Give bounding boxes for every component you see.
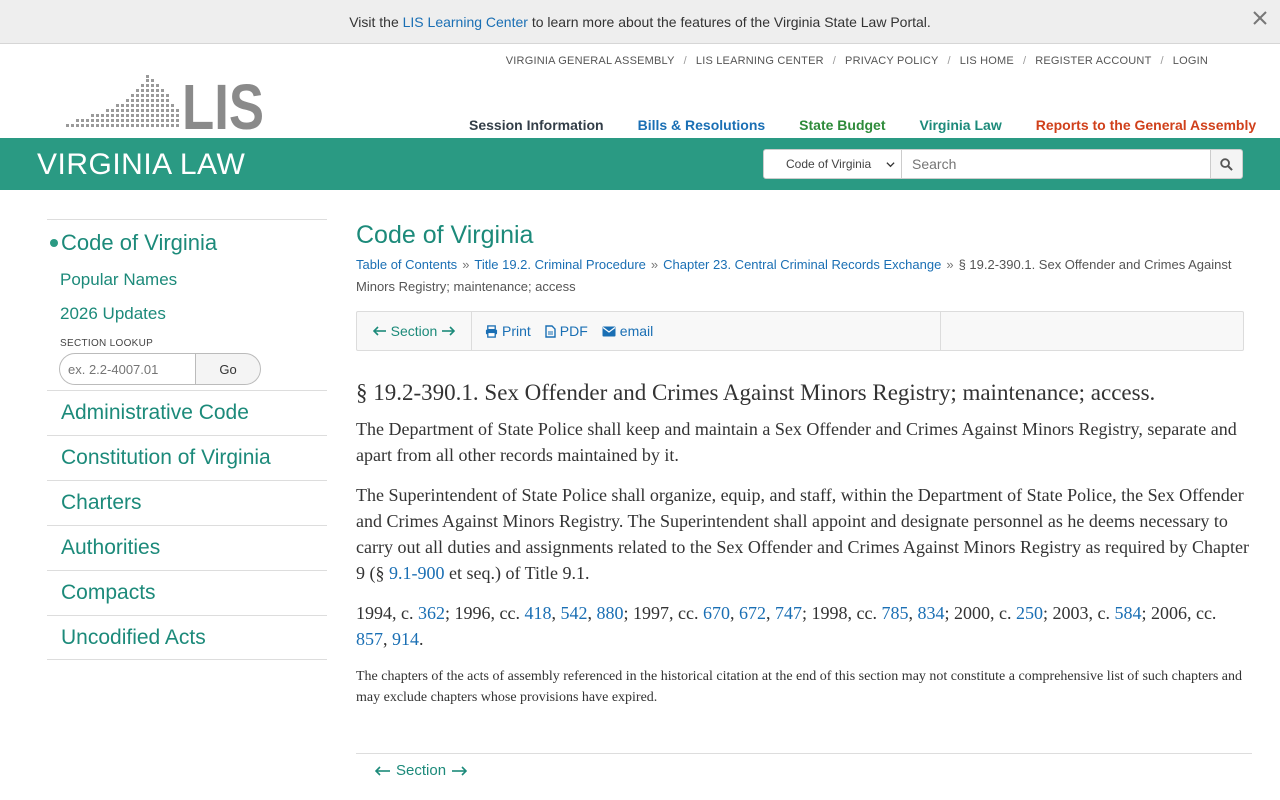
bottom-section-label: Section	[396, 762, 447, 779]
sidebar-item-charters[interactable]: Charters	[47, 480, 327, 525]
link-privacy-policy[interactable]: PRIVACY POLICY	[845, 55, 938, 67]
envelope-icon	[602, 326, 616, 336]
section-lookup-go-button[interactable]: Go	[195, 353, 261, 385]
sidebar-item-code-of-virginia[interactable]: Code of Virginia	[50, 230, 327, 256]
sidebar-item-authorities[interactable]: Authorities	[47, 525, 327, 570]
section-lookup-input[interactable]	[59, 353, 196, 385]
section-heading: § 19.2-390.1. Sex Offender and Crimes Ag…	[356, 380, 1156, 405]
sidebar: Code of Virginia Popular Names 2026 Upda…	[47, 219, 327, 660]
print-label: Print	[502, 323, 531, 339]
section-nav: Section	[357, 312, 472, 350]
nav-reports-general-assembly[interactable]: Reports to the General Assembly	[1036, 117, 1256, 133]
chapter-link[interactable]: 785	[881, 603, 908, 623]
banner-prefix: Visit the	[349, 13, 399, 30]
section-nav-label: Section	[390, 323, 438, 339]
search-scope-value: Code of Virginia	[786, 157, 872, 171]
chapter-link[interactable]: 542	[560, 603, 587, 623]
search-input[interactable]	[902, 149, 1211, 179]
section-toolbar: Section Print PDF email	[356, 311, 1244, 351]
search-button[interactable]	[1210, 149, 1243, 179]
hist-year: ; 1997, cc.	[623, 603, 699, 623]
pdf-file-icon	[545, 324, 556, 338]
sidebar-item-compacts[interactable]: Compacts	[47, 570, 327, 615]
section-title: VIRGINIA LAW	[37, 148, 246, 181]
sidebar-item-label: Code of Virginia	[61, 230, 218, 255]
main-nav: Session Information Bills & Resolutions …	[469, 117, 1256, 133]
hist-year: 1994, c.	[356, 603, 414, 623]
nav-session-information[interactable]: Session Information	[469, 117, 604, 133]
breadcrumb-table-of-contents[interactable]: Table of Contents	[356, 257, 457, 272]
chapter-link[interactable]: 834	[917, 603, 944, 623]
page-title: Code of Virginia	[356, 221, 534, 249]
pdf-label: PDF	[559, 323, 588, 339]
print-button[interactable]: Print	[485, 323, 531, 339]
section-lookup-label: SECTION LOOKUP	[60, 338, 154, 349]
link-virginia-general-assembly[interactable]: VIRGINIA GENERAL ASSEMBLY	[506, 55, 675, 67]
chapter-link[interactable]: 250	[1016, 603, 1043, 623]
email-button[interactable]: email	[602, 323, 653, 339]
chapter-link[interactable]: 747	[775, 603, 802, 623]
breadcrumb: Table of Contents» Title 19.2. Criminal P…	[356, 257, 1232, 294]
paragraph-2-tail: et seq.) of Title 9.1.	[449, 563, 590, 583]
sidebar-subitem-popular-names[interactable]: Popular Names	[60, 270, 327, 290]
link-9-1-900[interactable]: 9.1-900	[389, 563, 445, 583]
chapter-link[interactable]: 670	[703, 603, 730, 623]
bottom-section-nav: Section	[356, 753, 1252, 779]
nav-state-budget[interactable]: State Budget	[799, 117, 885, 133]
main-content: Code of Virginia Table of Contents» Title…	[356, 219, 1252, 779]
hist-year: ; 2000, c.	[944, 603, 1012, 623]
chapter-link[interactable]: 914	[392, 629, 419, 649]
sidebar-item-uncodified-acts[interactable]: Uncodified Acts	[47, 615, 327, 660]
arrow-left-icon[interactable]	[375, 765, 391, 776]
link-lis-home[interactable]: LIS HOME	[960, 55, 1014, 67]
history-note: The chapters of the acts of assembly ref…	[356, 669, 1242, 705]
nav-virginia-law[interactable]: Virginia Law	[920, 117, 1002, 133]
arrow-left-icon[interactable]	[372, 326, 387, 336]
breadcrumb-chapter[interactable]: Chapter 23. Central Criminal Records Exc…	[663, 257, 941, 272]
chapter-link[interactable]: 672	[739, 603, 766, 623]
banner-suffix: to learn more about the features of the …	[531, 13, 931, 30]
chapter-link[interactable]: 584	[1114, 603, 1141, 623]
link-register-account[interactable]: REGISTER ACCOUNT	[1035, 55, 1151, 67]
print-icon	[485, 324, 498, 338]
active-bullet-icon	[50, 239, 58, 247]
section-bar: VIRGINIA LAW Code of Virginia	[0, 138, 1280, 190]
info-banner: Visit the LIS Learning Center to learn m…	[0, 0, 1280, 44]
paragraph-2: The Superintendent of State Police shall…	[356, 482, 1252, 586]
section-lookup: Go	[59, 353, 261, 385]
lis-logo[interactable]: LIS	[64, 74, 266, 132]
close-icon[interactable]	[1250, 8, 1270, 28]
hist-year: ; 2003, c.	[1042, 603, 1110, 623]
search-icon	[1220, 157, 1233, 171]
email-label: email	[619, 323, 654, 339]
arrow-right-icon[interactable]	[441, 326, 456, 336]
sidebar-subitem-2026-updates[interactable]: 2026 Updates	[60, 304, 327, 324]
banner-learning-center-link[interactable]: LIS Learning Center	[403, 14, 528, 30]
hist-year: ; 2006, cc.	[1141, 603, 1217, 623]
utility-links: VIRGINIA GENERAL ASSEMBLY / LIS LEARNING …	[505, 55, 1208, 67]
pdf-button[interactable]: PDF	[545, 323, 588, 339]
hist-year: ; 1998, cc.	[801, 603, 877, 623]
link-lis-learning-center[interactable]: LIS LEARNING CENTER	[696, 55, 824, 67]
chapter-link[interactable]: 418	[524, 603, 551, 623]
sidebar-item-administrative-code[interactable]: Administrative Code	[47, 390, 327, 435]
logo-text: LIS	[182, 74, 264, 132]
paragraph-1: The Department of State Police shall kee…	[356, 419, 1237, 465]
hist-end: .	[419, 629, 424, 649]
breadcrumb-title[interactable]: Title 19.2. Criminal Procedure	[474, 257, 645, 272]
link-login[interactable]: LOGIN	[1173, 55, 1208, 67]
nav-bills-resolutions[interactable]: Bills & Resolutions	[638, 117, 766, 133]
sidebar-item-constitution[interactable]: Constitution of Virginia	[47, 435, 327, 480]
search-scope-select[interactable]: Code of Virginia	[763, 149, 902, 179]
chapter-link[interactable]: 362	[418, 603, 445, 623]
arrow-right-icon[interactable]	[451, 765, 468, 776]
section-article: § 19.2-390.1. Sex Offender and Crimes Ag…	[356, 379, 1252, 708]
chapter-link[interactable]: 880	[596, 603, 623, 623]
hist-year: ; 1996, cc.	[445, 603, 520, 623]
chevron-down-icon	[886, 162, 895, 168]
chapter-link[interactable]: 857	[356, 629, 383, 649]
history-citation: 1994, c. 362; 1996, cc. 418, 542, 880; 1…	[356, 603, 1217, 649]
